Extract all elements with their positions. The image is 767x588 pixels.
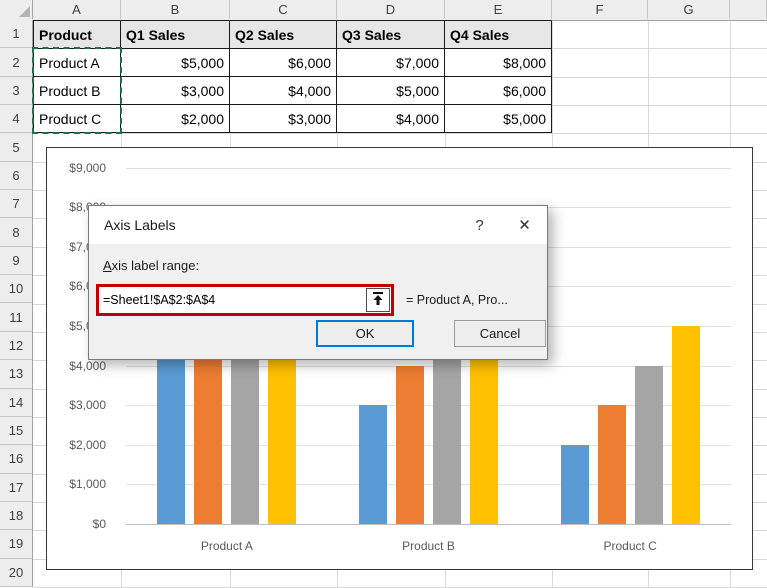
table-cell[interactable]: Product B [33,76,121,105]
row-header-10[interactable]: 10 [0,275,32,304]
row-header-20[interactable]: 20 [0,559,32,587]
range-input-highlight [96,284,394,316]
chart-bar[interactable] [634,365,663,524]
column-header-A[interactable]: A [33,0,121,19]
table-cell[interactable]: $6,000 [444,76,552,105]
chart-bar[interactable] [597,405,626,524]
row-header-11[interactable]: 11 [0,304,32,332]
table-cell[interactable]: $4,000 [229,76,337,105]
y-axis-tick-label: $9,000 [69,160,106,175]
row-header-5[interactable]: 5 [0,133,32,162]
x-axis-category-label: Product C [603,539,657,553]
table-cell[interactable]: $7,000 [336,48,445,77]
chart-bar[interactable] [359,405,387,524]
row-header-1[interactable]: 1 [0,20,32,49]
row-header-6[interactable]: 6 [0,162,32,191]
table-cell[interactable]: $5,000 [444,104,552,133]
column-header-B[interactable]: B [121,0,230,19]
table-cell[interactable]: $8,000 [444,48,552,77]
help-button[interactable]: ? [457,206,502,244]
column-header-E[interactable]: E [445,0,552,19]
row-header-9[interactable]: 9 [0,247,32,276]
table-cell[interactable]: Product C [33,104,121,133]
select-all-button[interactable] [0,0,33,19]
chart-bar[interactable] [396,365,424,524]
table-header-cell[interactable]: Q1 Sales [120,20,230,49]
table-row: Product C $2,000 $3,000 $4,000 $5,000 [33,104,552,133]
column-header-G[interactable]: G [648,0,730,19]
axis-label-range-label: Axis label range: [103,258,200,273]
row-header-19[interactable]: 19 [0,530,32,559]
y-axis-tick-label: $2,000 [69,437,106,452]
row-header-15[interactable]: 15 [0,417,32,446]
select-all-triangle-icon [19,6,30,17]
cancel-button[interactable]: Cancel [454,320,546,347]
chart-bar[interactable] [671,326,700,524]
row-header-12[interactable]: 12 [0,332,32,361]
row-header-8[interactable]: 8 [0,218,32,247]
collapse-dialog-button[interactable] [366,288,390,312]
row-header-3[interactable]: 3 [0,77,32,106]
x-axis-line [126,524,731,525]
row-header-16[interactable]: 16 [0,445,32,474]
table-header-cell[interactable]: Q2 Sales [229,20,337,49]
column-header-D[interactable]: D [337,0,445,19]
axis-labels-dialog: Axis Labels ? ✕ Axis label range: = Prod… [88,205,548,360]
dialog-title-bar[interactable]: Axis Labels ? ✕ [89,206,547,244]
gridline [33,133,767,135]
table-cell[interactable]: Product A [33,48,121,77]
column-header-partial[interactable] [730,0,767,19]
table-cell[interactable]: $6,000 [229,48,337,77]
row-header-7[interactable]: 7 [0,190,32,219]
chart-bar[interactable] [560,444,589,524]
table-row: Product B $3,000 $4,000 $5,000 $6,000 [33,76,552,105]
axis-label-range-input[interactable] [99,287,365,313]
x-axis-category-label: Product B [402,539,455,553]
column-header-C[interactable]: C [230,0,337,19]
row-header-17[interactable]: 17 [0,474,32,502]
row-header-strip: 1 2 3 4 5 6 7 8 9 10 11 12 13 14 15 16 17 18 19 20 [0,20,33,587]
collapse-range-icon [372,292,384,308]
table-header-cell[interactable]: Q3 Sales [336,20,445,49]
dialog-title: Axis Labels [104,217,176,233]
ok-button[interactable]: OK [316,320,414,347]
table-cell[interactable]: $5,000 [120,48,230,77]
row-header-13[interactable]: 13 [0,360,32,389]
close-icon[interactable]: ✕ [502,206,547,244]
row-header-14[interactable]: 14 [0,389,32,417]
chart-gridline [126,167,731,169]
table-cell[interactable]: $2,000 [120,104,230,133]
y-axis-tick-label: $0 [92,517,106,531]
table-header-cell[interactable]: Product [33,20,121,49]
table-cell[interactable]: $3,000 [120,76,230,105]
data-table: Product Q1 Sales Q2 Sales Q3 Sales Q4 Sales P… [33,20,552,133]
table-cell[interactable]: $5,000 [336,76,445,105]
column-header-strip: ABCDEFG [0,0,767,21]
row-header-18[interactable]: 18 [0,502,32,531]
table-row: Product A $5,000 $6,000 $7,000 $8,000 [33,48,552,77]
y-axis-tick-label: $3,000 [69,398,106,413]
table-header-cell[interactable]: Q4 Sales [444,20,552,49]
y-axis-tick-label: $1,000 [69,477,106,492]
table-cell[interactable]: $4,000 [336,104,445,133]
row-header-2[interactable]: 2 [0,48,32,77]
range-preview-text: = Product A, Pro... [406,293,508,307]
x-axis-category-label: Product A [200,539,253,553]
table-cell[interactable]: $3,000 [229,104,337,133]
column-header-F[interactable]: F [552,0,648,19]
row-header-4[interactable]: 4 [0,105,32,134]
